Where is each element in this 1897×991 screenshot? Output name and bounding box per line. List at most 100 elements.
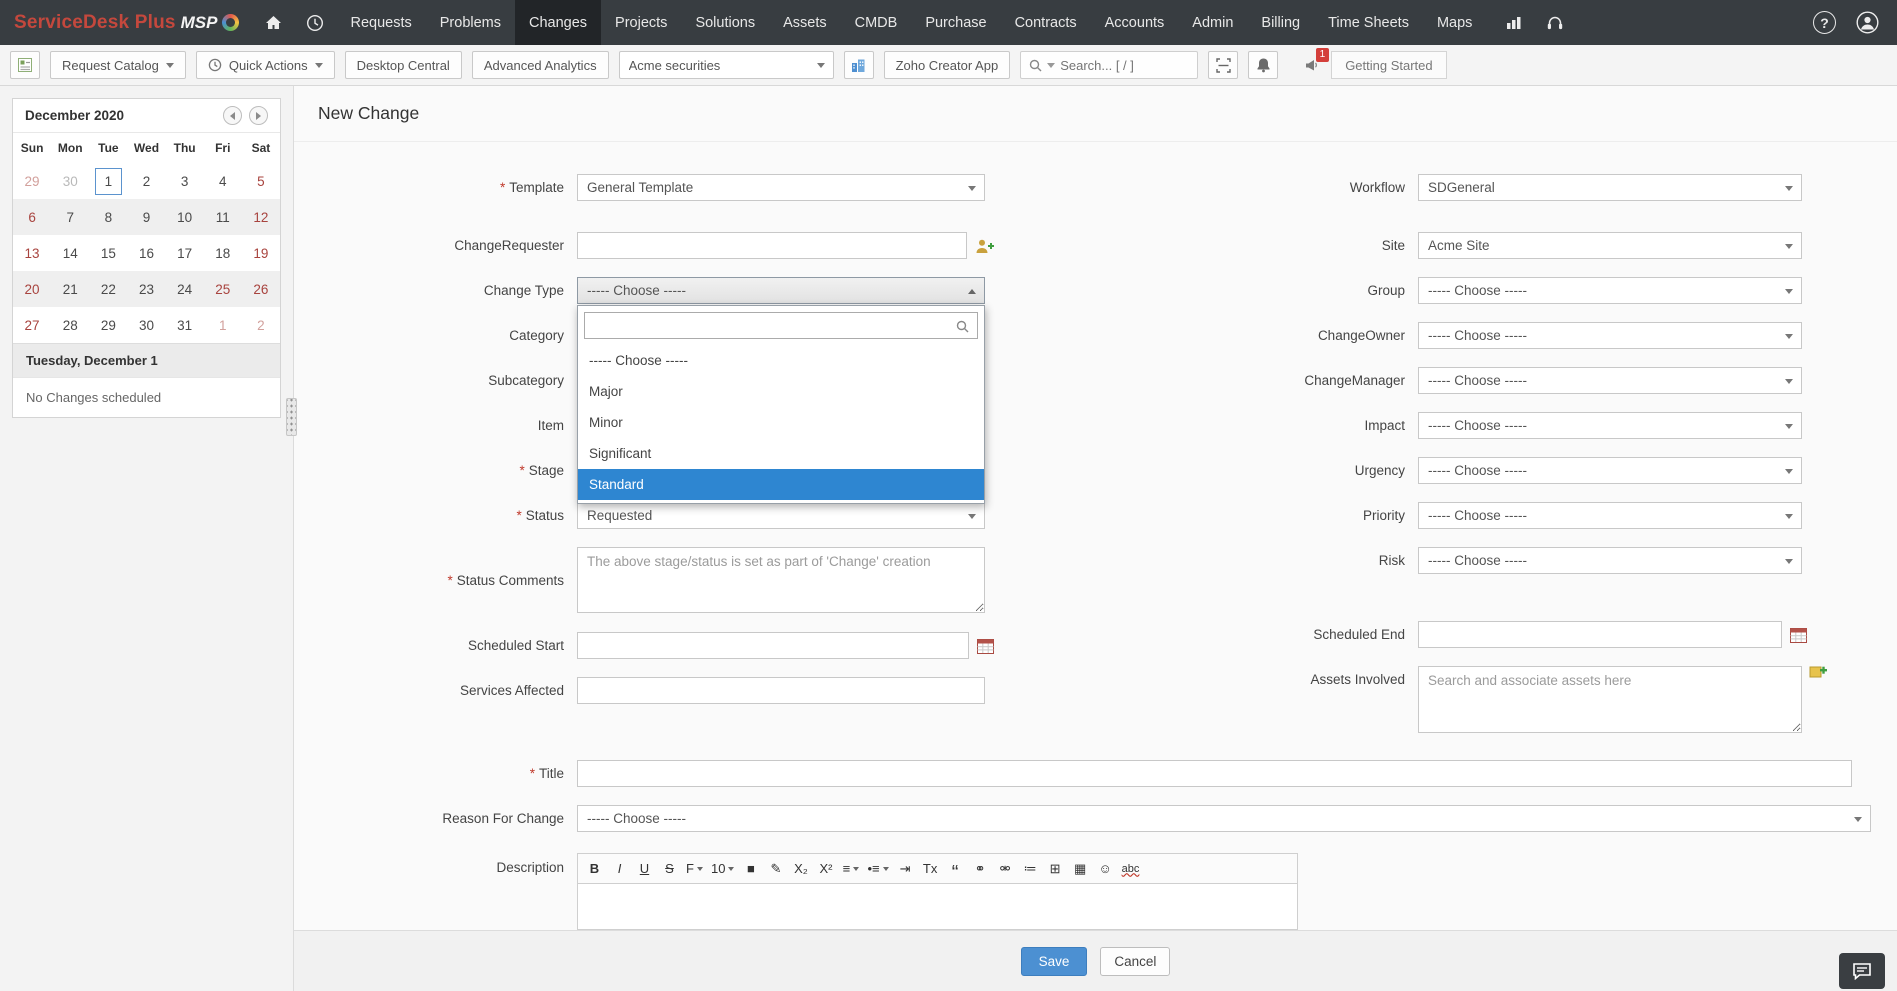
calendar-day[interactable]: 11	[204, 199, 242, 235]
dropdown-search-input[interactable]	[584, 312, 978, 339]
calendar-day[interactable]: 30	[51, 163, 89, 199]
sidebar-collapse-handle[interactable]	[286, 398, 297, 436]
nav-item-cmdb[interactable]: CMDB	[841, 0, 912, 45]
zoho-creator-app-button[interactable]: Zoho Creator App	[884, 51, 1011, 79]
nav-item-accounts[interactable]: Accounts	[1091, 0, 1179, 45]
spellcheck-button[interactable]: abc	[1119, 857, 1143, 881]
calendar-day[interactable]: 2	[127, 163, 165, 199]
calendar-day-today[interactable]: 1	[89, 163, 127, 199]
getting-started-button[interactable]: Getting Started	[1331, 51, 1446, 79]
strikethrough-button[interactable]: S	[658, 857, 681, 881]
notifications-bell-icon[interactable]	[1248, 51, 1278, 79]
site-icon[interactable]	[844, 51, 874, 79]
calendar-day[interactable]: 24	[166, 271, 204, 307]
request-catalog-button[interactable]: Request Catalog	[50, 51, 186, 79]
support-headset-icon[interactable]	[1534, 0, 1576, 45]
user-account-icon[interactable]	[1856, 11, 1879, 34]
account-selector[interactable]: Acme securities	[619, 51, 834, 79]
calendar-day[interactable]: 26	[242, 271, 280, 307]
reports-chart-icon[interactable]	[1494, 0, 1534, 45]
dropdown-option-significant[interactable]: Significant	[578, 438, 984, 469]
dropdown-option-major[interactable]: Major	[578, 376, 984, 407]
insert-table-button[interactable]: ⊞	[1044, 857, 1067, 881]
change-manager-select[interactable]: ----- Choose -----	[1418, 367, 1802, 394]
desktop-central-button[interactable]: Desktop Central	[345, 51, 462, 79]
calendar-day[interactable]: 10	[166, 199, 204, 235]
site-select[interactable]: Acme Site	[1418, 232, 1802, 259]
calendar-day[interactable]: 15	[89, 235, 127, 271]
calendar-day[interactable]: 27	[13, 307, 51, 343]
nav-item-time-sheets[interactable]: Time Sheets	[1314, 0, 1423, 45]
home-icon[interactable]	[253, 0, 294, 45]
template-select[interactable]: General Template	[577, 174, 985, 201]
pick-requester-icon[interactable]	[975, 238, 994, 254]
calendar-day[interactable]: 4	[204, 163, 242, 199]
horizontal-rule-button[interactable]: ≔	[1019, 857, 1042, 881]
nav-item-problems[interactable]: Problems	[426, 0, 515, 45]
scheduled-end-input[interactable]	[1418, 621, 1782, 648]
scheduled-end-calendar-icon[interactable]	[1790, 627, 1807, 643]
calendar-day[interactable]: 25	[204, 271, 242, 307]
add-asset-icon[interactable]	[1809, 663, 1827, 684]
indent-button[interactable]: ⇥	[894, 857, 917, 881]
impact-select[interactable]: ----- Choose -----	[1418, 412, 1802, 439]
calendar-day[interactable]: 8	[89, 199, 127, 235]
status-comments-textarea[interactable]: The above stage/status is set as part of…	[577, 547, 985, 613]
calendar-day[interactable]: 2	[242, 307, 280, 343]
bold-button[interactable]: B	[583, 857, 606, 881]
calendar-day[interactable]: 23	[127, 271, 165, 307]
calendar-day[interactable]: 29	[89, 307, 127, 343]
title-input[interactable]	[577, 760, 1852, 787]
risk-select[interactable]: ----- Choose -----	[1418, 547, 1802, 574]
advanced-analytics-button[interactable]: Advanced Analytics	[472, 51, 609, 79]
calendar-day[interactable]: 13	[13, 235, 51, 271]
subscript-button[interactable]: X₂	[789, 857, 812, 881]
calendar-day[interactable]: 7	[51, 199, 89, 235]
announcements-icon[interactable]: 1	[1304, 57, 1321, 73]
calendar-day[interactable]: 28	[51, 307, 89, 343]
calendar-day[interactable]: 30	[127, 307, 165, 343]
scheduled-start-input[interactable]	[577, 632, 969, 659]
font-size-button[interactable]: 10	[708, 857, 737, 881]
prev-month-button[interactable]	[223, 106, 242, 125]
calendar-day[interactable]: 22	[89, 271, 127, 307]
search-scope-chevron-icon[interactable]	[1047, 63, 1055, 68]
font-color-button[interactable]: ■	[739, 857, 762, 881]
calendar-day[interactable]: 16	[127, 235, 165, 271]
change-owner-select[interactable]: ----- Choose -----	[1418, 322, 1802, 349]
calendar-day[interactable]: 21	[51, 271, 89, 307]
nav-item-billing[interactable]: Billing	[1247, 0, 1314, 45]
calendar-day[interactable]: 14	[51, 235, 89, 271]
help-icon[interactable]: ?	[1813, 11, 1836, 34]
quick-actions-button[interactable]: Quick Actions	[196, 51, 335, 79]
calendar-day[interactable]: 31	[166, 307, 204, 343]
reason-for-change-select[interactable]: ----- Choose -----	[577, 805, 1871, 832]
workflow-select[interactable]: SDGeneral	[1418, 174, 1802, 201]
calendar-day[interactable]: 17	[166, 235, 204, 271]
calendar-day[interactable]: 9	[127, 199, 165, 235]
calendar-day[interactable]: 5	[242, 163, 280, 199]
calendar-day[interactable]: 18	[204, 235, 242, 271]
calendar-day[interactable]: 20	[13, 271, 51, 307]
clear-format-button[interactable]: Tx	[919, 857, 942, 881]
nav-item-maps[interactable]: Maps	[1423, 0, 1486, 45]
underline-button[interactable]: U	[633, 857, 656, 881]
search-input[interactable]	[1060, 58, 1189, 73]
calendar-day[interactable]: 3	[166, 163, 204, 199]
italic-button[interactable]: I	[608, 857, 631, 881]
list-button[interactable]: •≡	[864, 857, 891, 881]
dropdown-option-minor[interactable]: Minor	[578, 407, 984, 438]
nav-item-purchase[interactable]: Purchase	[911, 0, 1000, 45]
nav-item-admin[interactable]: Admin	[1178, 0, 1247, 45]
nav-item-solutions[interactable]: Solutions	[681, 0, 769, 45]
insert-emoji-button[interactable]: ☺	[1094, 857, 1117, 881]
scheduled-start-calendar-icon[interactable]	[977, 638, 994, 654]
nav-item-projects[interactable]: Projects	[601, 0, 681, 45]
recent-items-icon[interactable]	[294, 0, 336, 45]
dropdown-option-standard[interactable]: Standard	[578, 469, 984, 500]
unlink-button[interactable]: ⚮	[994, 857, 1017, 881]
status-select[interactable]: Requested	[577, 502, 985, 529]
calendar-day[interactable]: 29	[13, 163, 51, 199]
save-button[interactable]: Save	[1021, 947, 1088, 976]
insert-image-button[interactable]: ▦	[1069, 857, 1092, 881]
